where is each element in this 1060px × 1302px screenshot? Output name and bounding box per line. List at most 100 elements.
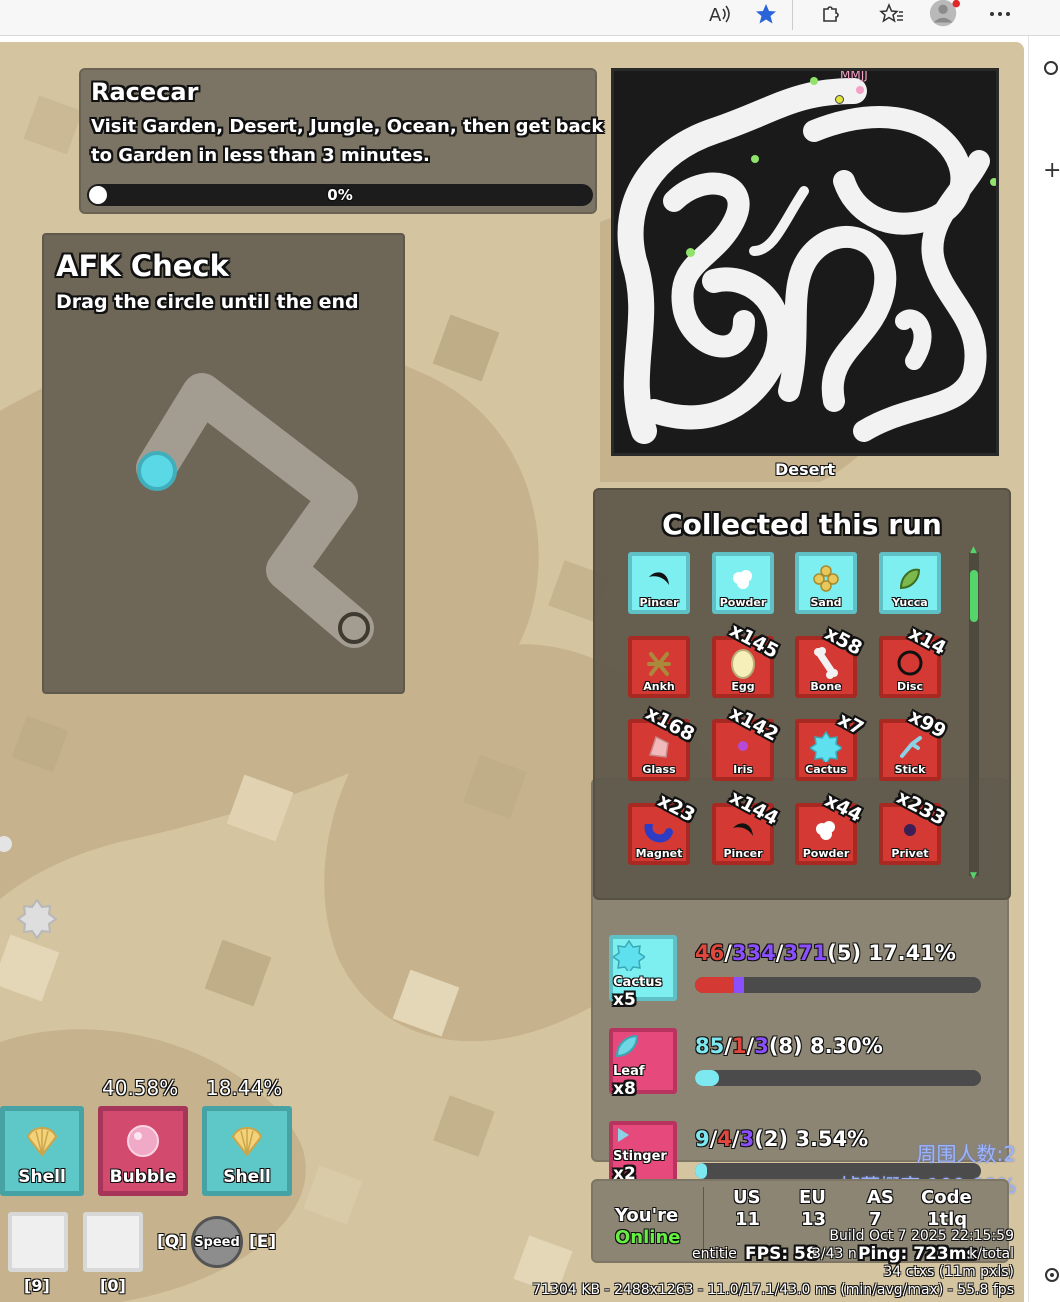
yucca-icon bbox=[883, 562, 937, 596]
server-count: 13 bbox=[801, 1209, 827, 1230]
loadout-slot-label: Shell bbox=[18, 1167, 66, 1187]
collected-item[interactable]: Stick x99 bbox=[879, 705, 950, 781]
collected-item[interactable]: Ankh bbox=[628, 636, 690, 698]
drop-petal-count: x8 bbox=[613, 1079, 636, 1099]
fps-counter: FPS: 58 bbox=[745, 1244, 818, 1264]
drop-stat-b: 334 bbox=[731, 941, 776, 965]
drop-stat-a: 9 bbox=[695, 1127, 710, 1151]
cactus-icon bbox=[611, 939, 673, 975]
collected-item-label: Ankh bbox=[643, 680, 675, 693]
key-hint-q: [Q] bbox=[157, 1232, 187, 1252]
nearby-players: 周围人数:2 bbox=[916, 1142, 1016, 1166]
collected-scrollbar-thumb[interactable] bbox=[970, 570, 978, 622]
minimap-maze bbox=[617, 78, 990, 444]
game-canvas[interactable]: Racecar Visit Garden, Desert, Jungle, Oc… bbox=[0, 42, 1024, 1302]
online-status: Online bbox=[615, 1227, 681, 1248]
secondary-slot-0[interactable] bbox=[83, 1212, 143, 1272]
drop-stat-c: 371 bbox=[783, 941, 828, 965]
minimap-player-dot bbox=[686, 248, 695, 257]
search-icon[interactable] bbox=[1043, 60, 1060, 82]
loadout-slot-percent: 18.44% bbox=[206, 1076, 283, 1100]
collected-item[interactable]: Egg x145 bbox=[712, 619, 782, 698]
loadout-slot-percent: 40.58% bbox=[102, 1076, 179, 1100]
svg-text:A: A bbox=[709, 5, 722, 25]
settings-gear-icon[interactable] bbox=[1043, 1266, 1060, 1288]
drop-petal-name: Leaf bbox=[613, 1064, 645, 1079]
entities-total: k/total bbox=[969, 1246, 1014, 1262]
collected-item[interactable]: Iris x142 bbox=[712, 702, 782, 781]
secondary-slot-9[interactable] bbox=[8, 1212, 68, 1272]
drop-stat-extra: (5) bbox=[827, 941, 862, 965]
minimap[interactable]: MMJJ bbox=[611, 68, 999, 456]
loadout-slot[interactable]: Shell bbox=[202, 1106, 292, 1196]
afk-drag-handle[interactable] bbox=[137, 451, 177, 491]
collected-item[interactable]: Sand bbox=[795, 552, 857, 614]
collected-item[interactable]: Glass x168 bbox=[628, 702, 698, 781]
collected-item-label: Iris bbox=[733, 763, 753, 776]
collected-scrollbar[interactable]: ▲ ▼ bbox=[969, 546, 979, 881]
scroll-down-icon[interactable]: ▼ bbox=[970, 872, 977, 881]
profile-avatar[interactable] bbox=[928, 0, 960, 28]
ctx-info: 34 ctxs (11m pxls) bbox=[883, 1264, 1014, 1280]
collected-item[interactable]: Magnet x23 bbox=[628, 789, 699, 865]
quest-progress-bar: 0% bbox=[87, 184, 593, 206]
shell-icon bbox=[207, 1123, 287, 1159]
quest-description: to Garden in less than 3 minutes. bbox=[91, 145, 430, 166]
collected-item[interactable]: Yucca bbox=[879, 552, 941, 614]
drop-stat-extra: (2) bbox=[754, 1127, 789, 1151]
collected-item[interactable]: Powder bbox=[712, 552, 774, 614]
scroll-up-icon[interactable]: ▲ bbox=[970, 546, 977, 555]
drop-progress-fill bbox=[695, 1163, 707, 1179]
drop-stats-text: 85/1/3(8) 8.30% bbox=[695, 1034, 883, 1058]
drop-petal-tile[interactable]: Cactus x5 bbox=[609, 935, 677, 1010]
drop-stats-text: 46/334/371(5) 17.41% bbox=[695, 941, 956, 965]
afk-check-panel: AFK Check Drag the circle until the end bbox=[42, 233, 405, 694]
drop-stat-percent: 8.30% bbox=[809, 1034, 883, 1058]
more-icon[interactable] bbox=[984, 0, 1016, 28]
server-count: 11 bbox=[735, 1209, 761, 1230]
perf-info: 71304 KB - 2488x1263 - 11.0/17.1/43.0 ms… bbox=[532, 1282, 1014, 1298]
collected-item-label: Yucca bbox=[892, 596, 928, 609]
drop-petal-name: Cactus bbox=[613, 975, 663, 990]
loadout-slot[interactable]: Shell bbox=[0, 1106, 84, 1196]
extensions-icon[interactable] bbox=[814, 0, 846, 28]
read-aloud-icon[interactable]: A bbox=[704, 0, 736, 28]
ankh-icon bbox=[632, 646, 686, 680]
drop-stat-c: 3 bbox=[739, 1127, 755, 1151]
collected-item[interactable]: Powder x44 bbox=[795, 789, 866, 865]
minimap-player-dot bbox=[990, 178, 996, 186]
stinger-icon bbox=[613, 1125, 673, 1149]
server-region[interactable]: EU bbox=[799, 1187, 826, 1208]
drop-stat-b: 4 bbox=[717, 1127, 732, 1151]
collected-item[interactable]: Pincer bbox=[628, 552, 690, 614]
collected-item-label: Egg bbox=[731, 680, 755, 693]
drop-stat-percent: 17.41% bbox=[868, 941, 956, 965]
minimap-player-dot bbox=[810, 77, 818, 85]
speed-button[interactable]: Speed bbox=[191, 1216, 243, 1268]
drop-stat-b: 1 bbox=[731, 1034, 747, 1058]
online-label: You're bbox=[615, 1205, 679, 1226]
loadout-slot[interactable]: Bubble bbox=[98, 1106, 188, 1196]
collected-item[interactable]: Disc x14 bbox=[879, 622, 950, 698]
collected-item[interactable]: Bone x58 bbox=[795, 622, 866, 698]
collected-item[interactable]: Cactus x7 bbox=[795, 708, 867, 781]
toolbar-divider bbox=[792, 0, 793, 30]
minimap-player-name: MMJJ bbox=[840, 68, 868, 82]
drop-petal-count: x5 bbox=[613, 990, 636, 1010]
server-region[interactable]: AS bbox=[867, 1187, 894, 1208]
drop-progress-bar bbox=[695, 977, 981, 993]
loadout-slot-label: Shell bbox=[223, 1167, 271, 1187]
drop-stat-a: 85 bbox=[695, 1034, 725, 1058]
collected-item[interactable]: Privet x233 bbox=[879, 786, 949, 865]
drop-petal-tile[interactable]: Leaf x8 bbox=[609, 1028, 677, 1099]
drop-petal-name: Stinger bbox=[613, 1149, 667, 1164]
collected-item-label: Sand bbox=[810, 596, 842, 609]
entities-info: entitie bbox=[692, 1246, 737, 1262]
favorites-icon[interactable] bbox=[876, 0, 908, 28]
add-icon[interactable]: + bbox=[1043, 160, 1060, 182]
favorite-star-icon[interactable] bbox=[750, 0, 782, 28]
server-region[interactable]: US bbox=[733, 1187, 761, 1208]
drop-petal-tile[interactable]: Stinger x2 bbox=[609, 1121, 677, 1187]
collected-item[interactable]: Pincer x144 bbox=[712, 786, 782, 865]
zone-label: Desert bbox=[774, 460, 836, 479]
